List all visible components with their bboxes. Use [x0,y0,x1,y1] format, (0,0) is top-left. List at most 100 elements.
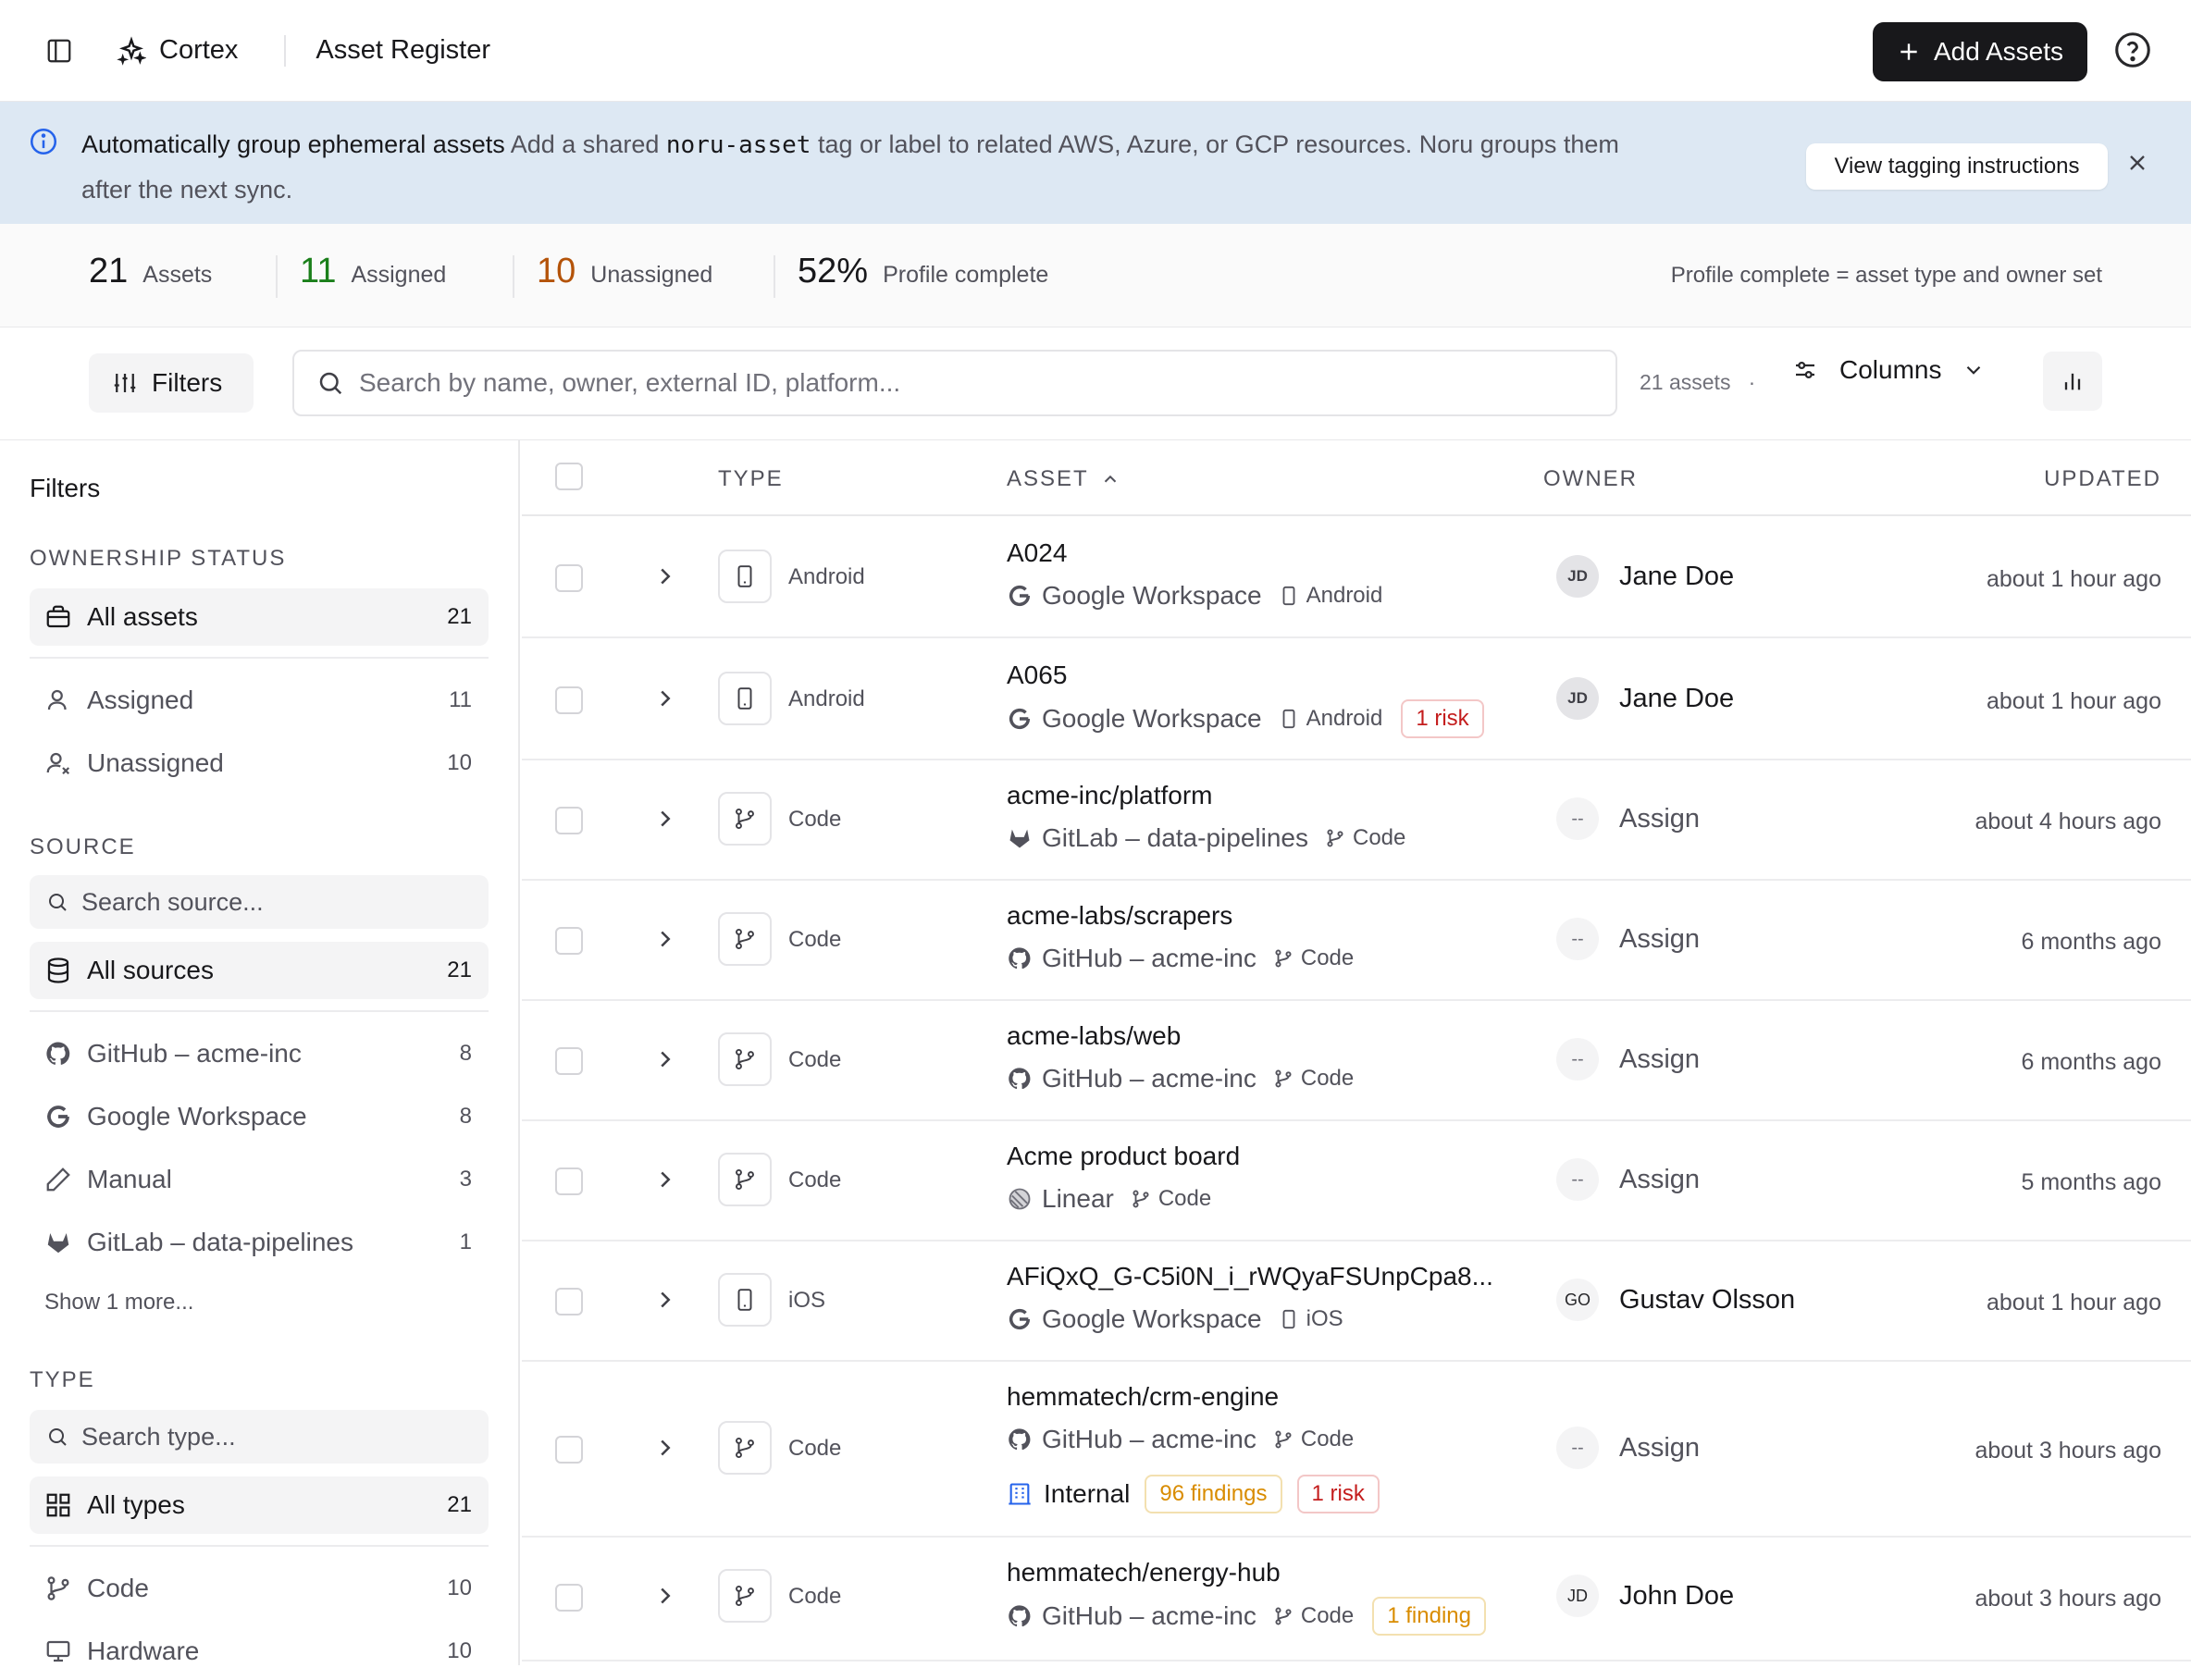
show-more-link[interactable]: Show 1 more... [44,1290,193,1316]
owner[interactable]: JD John Doe [1556,1575,1734,1617]
filter-github-acme-inc[interactable]: GitHub – acme-inc 8 [30,1025,489,1082]
column-header-asset[interactable]: ASSET [1007,466,1120,492]
add-assets-button[interactable]: Add Assets [1873,22,2087,81]
row-checkbox[interactable] [555,1288,583,1316]
assign-owner-button[interactable]: -- Assign [1556,1427,1700,1469]
chevron-right-icon[interactable] [651,805,679,833]
column-header-owner[interactable]: OWNER [1543,466,1638,492]
asset-name[interactable]: acme-labs/web [1007,1021,1181,1051]
filter-gitlab-data-pipelines[interactable]: GitLab – data-pipelines 1 [30,1214,489,1271]
row-checkbox[interactable] [555,1436,583,1464]
type-search-input[interactable]: Search type... [30,1410,489,1464]
columns-button[interactable]: Columns [1791,355,1986,385]
owner[interactable]: GO Gustav Olsson [1556,1279,1795,1321]
filter-google-workspace[interactable]: Google Workspace 8 [30,1088,489,1145]
filter-count: 8 [459,1041,472,1066]
filter-assigned[interactable]: Assigned 11 [30,672,489,729]
filter-count: 10 [447,750,472,775]
assign-owner-button[interactable]: -- Assign [1556,797,1700,840]
filter-all-sources[interactable]: All sources 21 [30,942,489,999]
google-icon [1007,1306,1033,1332]
asset-name[interactable]: acme-inc/platform [1007,781,1213,810]
table-row[interactable]: Code hemmatech/energy-hub GitHub – acme-… [522,1538,2191,1661]
filter-unassigned[interactable]: Unassigned 10 [30,735,489,792]
stat-unassigned[interactable]: 10 Unassigned [537,252,712,291]
assign-owner-button[interactable]: -- Assign [1556,1158,1700,1201]
owner-name: John Doe [1619,1580,1735,1611]
search-input[interactable] [359,368,1562,398]
stat-assets: 21 Assets [89,252,212,291]
filter-all-assets[interactable]: All assets 21 [30,588,489,646]
table-row[interactable]: Code hemmatech/crm-engine GitHub – acme-… [522,1362,2191,1538]
table-row[interactable]: Code Acme product board Linear Code -- As… [522,1121,2191,1241]
owner-name: Jane Doe [1619,561,1735,591]
banner-text-after: tag or label to related AWS, Azure, or G… [817,130,1619,158]
asset-name[interactable]: A024 [1007,538,1067,568]
select-all-checkbox[interactable] [555,463,583,490]
google-icon [44,1103,72,1130]
chevron-right-icon[interactable] [651,1166,679,1193]
table-row[interactable]: Code acme-labs/scrapers GitHub – acme-in… [522,881,2191,1001]
stat-note: Profile complete = asset type and owner … [1670,263,2102,288]
assign-owner-button[interactable]: -- Assign [1556,918,1700,960]
row-checkbox[interactable] [555,1167,583,1195]
table-row[interactable]: Code acme-inc/platform GitLab – data-pip… [522,760,2191,881]
sidebar-toggle-icon[interactable] [37,29,81,73]
close-icon[interactable] [2124,150,2150,176]
filter-hardware[interactable]: Hardware 10 [30,1623,489,1680]
table-row[interactable]: Code acme-labs/web GitHub – acme-inc Cod… [522,1001,2191,1121]
github-icon [1007,1427,1033,1452]
section-heading: SOURCE [30,834,136,859]
row-checkbox[interactable] [555,927,583,955]
git-branch-icon [718,1421,772,1475]
chevron-right-icon[interactable] [651,1045,679,1073]
findings-badge[interactable]: 1 finding [1372,1597,1486,1636]
user-icon [44,686,72,714]
chevron-right-icon[interactable] [651,562,679,590]
asset-source: GitLab – data-pipelines Code [1007,823,1405,853]
source-search-input[interactable]: Search source... [30,875,489,929]
chevron-right-icon[interactable] [651,1582,679,1610]
phone-icon [1279,1309,1299,1329]
stat-assigned[interactable]: 11 Assigned [300,252,446,291]
filter-label: Code [87,1574,149,1602]
bar-chart-icon[interactable] [2043,352,2102,411]
row-checkbox[interactable] [555,564,583,592]
filters-button[interactable]: Filters [89,353,254,413]
risk-badge[interactable]: 1 risk [1296,1475,1380,1513]
filter-code[interactable]: Code 10 [30,1560,489,1617]
risk-badge[interactable]: 1 risk [1401,699,1484,738]
asset-name[interactable]: Acme product board [1007,1142,1240,1171]
table-row[interactable]: iOS AFiQxQ_G-C5i0N_i_rWQyaFSUnpCpa8... G… [522,1241,2191,1362]
assign-owner-button[interactable]: -- Assign [1556,1038,1700,1081]
asset-count: 21 assets · [1640,370,1755,395]
help-icon[interactable] [2111,29,2154,71]
asset-name[interactable]: hemmatech/energy-hub [1007,1558,1281,1587]
row-checkbox[interactable] [555,807,583,834]
table-row[interactable]: Android A065 Google Workspace Android 1 … [522,638,2191,760]
chevron-right-icon[interactable] [651,925,679,953]
table-row[interactable]: Android A024 Google Workspace Android JD… [522,516,2191,638]
source-label: GitHub – acme-inc [1042,1601,1256,1630]
findings-badge[interactable]: 96 findings [1145,1475,1282,1513]
asset-source: Linear Code [1007,1184,1211,1214]
column-header-type[interactable]: TYPE [718,466,784,492]
asset-name[interactable]: acme-labs/scrapers [1007,901,1232,931]
chevron-right-icon[interactable] [651,1286,679,1314]
filter-all-types[interactable]: All types 21 [30,1476,489,1534]
asset-name[interactable]: A065 [1007,661,1067,690]
filter-manual[interactable]: Manual 3 [30,1151,489,1208]
row-checkbox[interactable] [555,1047,583,1075]
view-tagging-instructions-button[interactable]: View tagging instructions [1806,143,2108,190]
asset-name[interactable]: AFiQxQ_G-C5i0N_i_rWQyaFSUnpCpa8... [1007,1262,1493,1291]
owner[interactable]: JD Jane Doe [1556,677,1734,720]
chevron-right-icon[interactable] [651,685,679,712]
column-header-updated[interactable]: UPDATED [2044,466,2161,492]
asset-name[interactable]: hemmatech/crm-engine [1007,1382,1279,1412]
owner[interactable]: JD Jane Doe [1556,555,1734,598]
linear-icon [1007,1186,1033,1212]
brand[interactable]: Cortex [117,35,238,66]
row-checkbox[interactable] [555,1584,583,1612]
chevron-right-icon[interactable] [651,1434,679,1462]
row-checkbox[interactable] [555,686,583,714]
